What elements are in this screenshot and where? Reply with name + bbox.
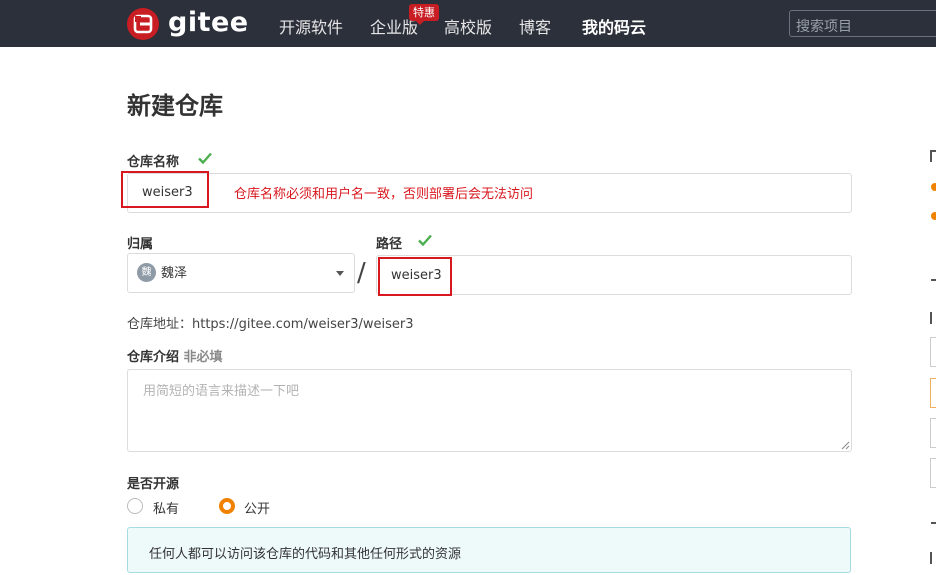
radio-public[interactable] [219, 498, 235, 514]
repo-name-annotation: 仓库名称必须和用户名一致，否则部署后会无法访问 [234, 187, 534, 202]
radio-public-label[interactable]: 公开 [244, 498, 270, 517]
repo-url: 仓库地址：https://gitee.com/weiser3/weiser3 [127, 317, 414, 332]
sidebar-dot-icon [931, 212, 936, 220]
top-navbar: gitee 开源软件 企业版 特惠 高校版 博客 我的码云 搜索项目 [0, 0, 936, 47]
gitee-logo-icon[interactable] [127, 8, 159, 40]
description-placeholder: 用简短的语言来描述一下吧 [143, 384, 300, 399]
check-icon [418, 234, 432, 246]
sidebar-input-fragment [930, 378, 936, 408]
nav-blog[interactable]: 博客 [519, 14, 551, 38]
nav-my-gitee[interactable]: 我的码云 [582, 14, 646, 38]
path-separator: / [357, 258, 366, 288]
visibility-label: 是否开源 [127, 477, 180, 492]
nav-education[interactable]: 高校版 [444, 14, 492, 38]
description-label-text: 仓库介绍 [127, 350, 180, 365]
sidebar-input-fragment [930, 418, 936, 448]
sidebar-fragment [930, 312, 936, 324]
path-label: 路径 [376, 237, 403, 252]
avatar: 魏 [137, 263, 156, 282]
owner-name: 魏泽 [161, 266, 188, 281]
visibility-info-text: 任何人都可以访问该仓库的代码和其他任何形式的资源 [149, 547, 462, 562]
page-title: 新建仓库 [127, 92, 223, 120]
owner-label: 归属 [127, 237, 154, 252]
promo-badge: 特惠 [409, 4, 439, 25]
radio-private-label[interactable]: 私有 [153, 498, 179, 517]
sidebar-fragment [930, 150, 936, 162]
nav-open-source[interactable]: 开源软件 [279, 14, 343, 38]
sidebar-input-fragment [930, 458, 936, 488]
sidebar-input-fragment [930, 337, 936, 367]
highlight-box-repo-name [121, 171, 209, 208]
repo-name-label: 仓库名称 [127, 155, 180, 170]
description-label: 仓库介绍 非必填 [127, 346, 223, 365]
highlight-box-path [378, 257, 452, 296]
sidebar-fragment [930, 552, 936, 564]
logo-text[interactable]: gitee [168, 7, 249, 38]
optional-hint: 非必填 [183, 350, 223, 365]
check-icon [198, 152, 212, 164]
sidebar-fragment [931, 279, 936, 281]
sidebar-dot-icon [931, 183, 936, 191]
sidebar-fragment [931, 522, 936, 524]
resize-handle-icon[interactable] [841, 441, 850, 450]
search-input[interactable]: 搜索项目 [789, 10, 936, 37]
chevron-down-icon[interactable] [336, 271, 344, 276]
radio-private[interactable] [127, 498, 143, 514]
